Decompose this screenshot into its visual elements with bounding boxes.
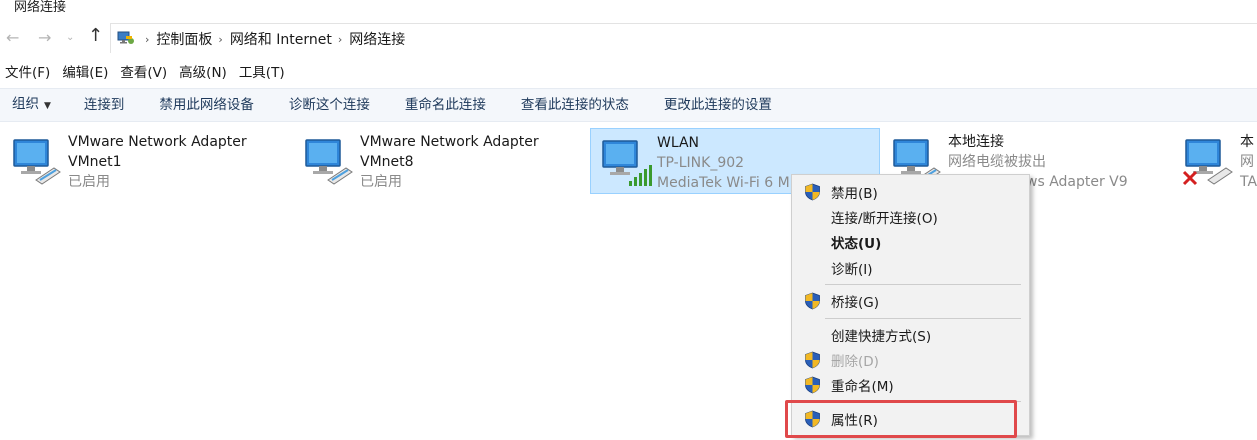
ctx-delete[interactable]: 删除(D) — [792, 348, 1029, 372]
adapter-status: 已启用 — [68, 174, 110, 190]
command-bar: 组织 ▼ 连接到 禁用此网络设备 诊断这个连接 重命名此连接 查看此连接的状态 更… — [0, 88, 1257, 122]
breadcrumb-chevron-icon[interactable]: › — [218, 33, 222, 46]
view-status-button[interactable]: 查看此连接的状态 — [521, 89, 629, 121]
back-arrow-icon[interactable]: ← — [6, 28, 19, 47]
address-box[interactable]: › 控制面板 › 网络和 Internet › 网络连接 — [110, 23, 1257, 53]
connect-to-button[interactable]: 连接到 — [84, 89, 125, 121]
ctx-diagnose-label: 诊断(I) — [831, 262, 873, 278]
ctx-diagnose[interactable]: 诊断(I) — [792, 256, 1029, 280]
address-bar: ← → ⌄ ↑ › 控制面板 › 网络和 Internet › 网络连接 — [0, 20, 1257, 56]
ctx-status-label: 状态(U) — [831, 236, 882, 252]
adapter-status: 网络电缆被拔出 — [948, 154, 1046, 170]
network-adapter-icon — [305, 139, 353, 185]
change-settings-button[interactable]: 更改此连接的设置 — [664, 89, 772, 121]
ctx-connect-disconnect-label: 连接/断开连接(O) — [831, 211, 938, 227]
ctx-create-shortcut-label: 创建快捷方式(S) — [831, 329, 932, 345]
ctx-rename[interactable]: 重命名(M) — [792, 373, 1029, 397]
adapter-device: TA — [1240, 174, 1257, 190]
up-arrow-icon[interactable]: ↑ — [88, 25, 103, 46]
caret-down-icon: ▼ — [44, 101, 51, 111]
ctx-delete-label: 删除(D) — [831, 354, 879, 370]
breadcrumb-chevron-icon[interactable]: › — [338, 33, 342, 46]
window-title: 网络连接 — [14, 0, 67, 15]
breadcrumb-chevron-icon[interactable]: › — [145, 33, 149, 46]
ctx-status[interactable]: 状态(U) — [792, 230, 1029, 254]
adapter-vmnet1[interactable]: VMware Network Adapter VMnet1 已启用 — [2, 128, 292, 194]
menu-advanced[interactable]: 高级(N) — [173, 62, 233, 84]
breadcrumb-item-control-panel[interactable]: 控制面板 — [156, 29, 212, 49]
disable-device-button[interactable]: 禁用此网络设备 — [159, 89, 254, 121]
adapter-name: WLAN — [657, 135, 700, 151]
context-menu: 禁用(B) 连接/断开连接(O) 状态(U) 诊断(I) 桥接(G) 创建快捷方… — [791, 174, 1030, 436]
forward-arrow-icon[interactable]: → — [38, 28, 51, 47]
menu-separator — [825, 284, 1021, 285]
organize-button[interactable]: 组织 ▼ — [12, 88, 51, 122]
uac-shield-icon — [805, 376, 820, 394]
adapter-name: 本 — [1240, 134, 1254, 150]
ctx-disable[interactable]: 禁用(B) — [792, 180, 1029, 204]
ctx-bridge[interactable]: 桥接(G) — [792, 289, 1029, 313]
ctx-rename-label: 重命名(M) — [831, 379, 894, 395]
rename-connection-button[interactable]: 重命名此连接 — [405, 89, 486, 121]
ctx-create-shortcut[interactable]: 创建快捷方式(S) — [792, 323, 1029, 347]
breadcrumb: › 控制面板 › 网络和 Internet › 网络连接 — [139, 29, 405, 49]
highlight-frame — [785, 400, 1017, 438]
adapter-status: 网 — [1240, 154, 1254, 170]
adapter-network-name: TP-LINK_902 — [657, 155, 745, 171]
title-bar: 网络连接 — [0, 0, 1257, 18]
adapter-name-line2: VMnet8 — [360, 154, 414, 170]
adapter-name: 本地连接 — [948, 134, 1004, 150]
adapter-status: 已启用 — [360, 174, 402, 190]
adapter-name-line2: VMnet1 — [68, 154, 122, 170]
diagnose-connection-button[interactable]: 诊断这个连接 — [289, 89, 370, 121]
network-adapter-icon — [13, 139, 61, 185]
network-adapter-disconnected-icon — [1182, 139, 1233, 186]
organize-label: 组织 — [12, 96, 39, 112]
adapter-name: VMware Network Adapter — [360, 134, 539, 150]
recent-locations-chevron-icon[interactable]: ⌄ — [66, 32, 74, 43]
uac-shield-icon — [805, 292, 820, 310]
menu-file[interactable]: 文件(F) — [0, 62, 56, 84]
breadcrumb-item-network-internet[interactable]: 网络和 Internet — [230, 29, 332, 49]
adapter-name: VMware Network Adapter — [68, 134, 247, 150]
adapter-vmnet8[interactable]: VMware Network Adapter VMnet8 已启用 — [294, 128, 584, 194]
adapter-local-connection-2[interactable]: 本 网 TA — [1174, 128, 1257, 194]
menu-separator — [825, 318, 1021, 319]
uac-shield-icon — [805, 351, 820, 369]
menu-bar: 文件(F) 编辑(E) 查看(V) 高级(N) 工具(T) — [0, 62, 291, 84]
menu-view[interactable]: 查看(V) — [114, 62, 173, 84]
uac-shield-icon — [805, 183, 820, 201]
ctx-disable-label: 禁用(B) — [831, 186, 878, 202]
control-panel-icon — [117, 31, 134, 44]
breadcrumb-item-network-connections[interactable]: 网络连接 — [349, 29, 405, 49]
menu-edit[interactable]: 编辑(E) — [56, 62, 114, 84]
ctx-bridge-label: 桥接(G) — [831, 295, 879, 311]
menu-tools[interactable]: 工具(T) — [233, 62, 291, 84]
adapter-device: MediaTek Wi-Fi 6 M — [657, 175, 790, 191]
wifi-adapter-icon — [602, 140, 652, 186]
ctx-connect-disconnect[interactable]: 连接/断开连接(O) — [792, 205, 1029, 229]
